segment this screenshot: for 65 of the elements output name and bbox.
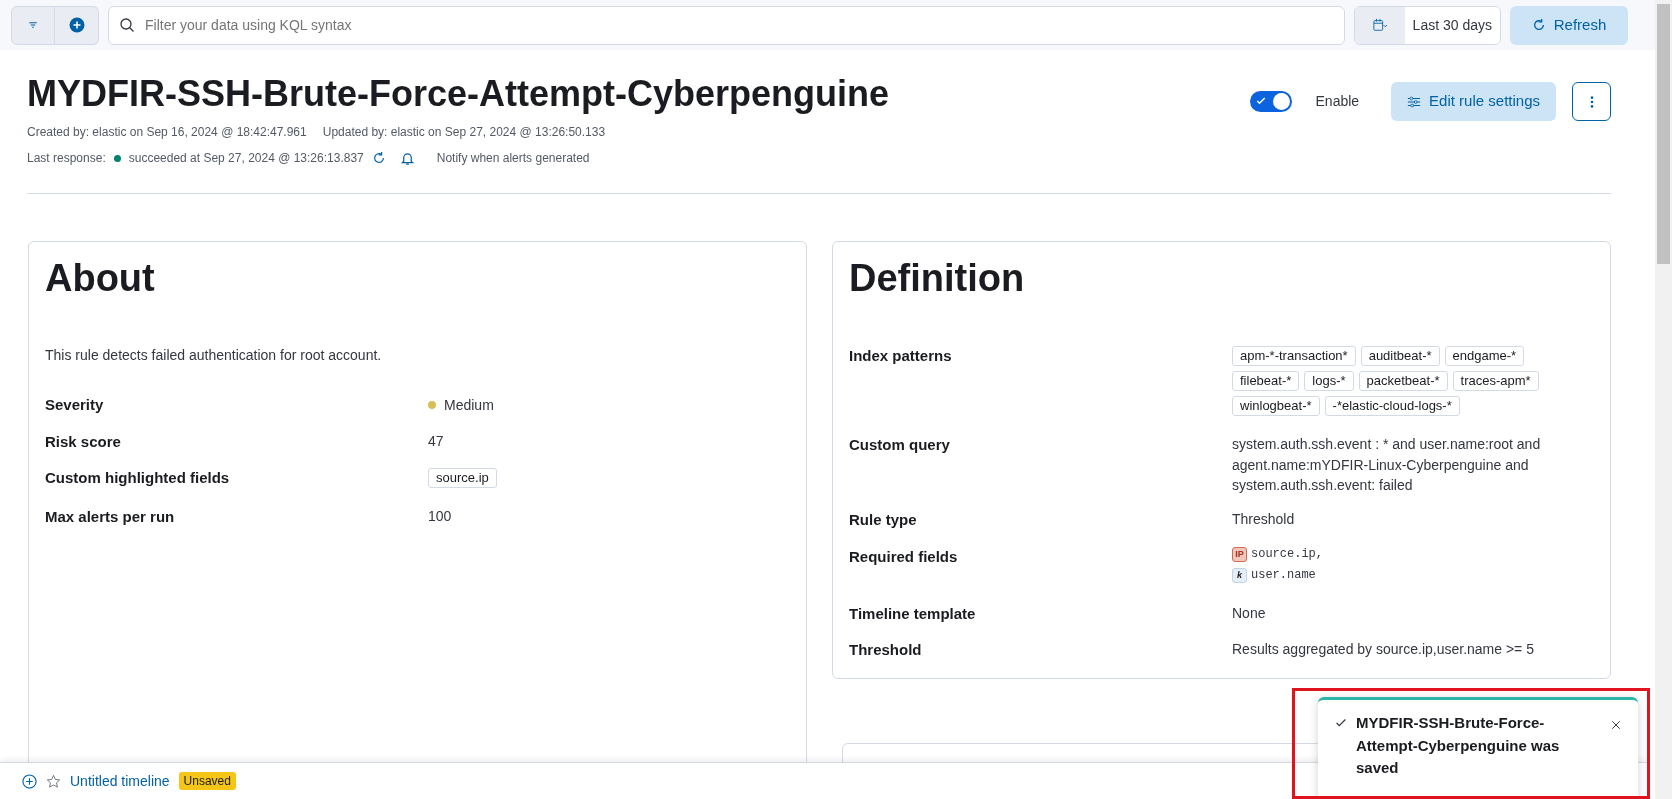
timeline-title-link[interactable]: Untitled timeline xyxy=(70,770,170,792)
field-label: Timeline template xyxy=(849,603,977,624)
notify-text: Notify when alerts generated xyxy=(436,150,590,168)
field-label: Threshold xyxy=(849,640,923,661)
field-label: Severity xyxy=(45,395,105,416)
field-type-badge: k xyxy=(1232,568,1247,584)
enable-label: Enable xyxy=(1315,92,1360,111)
field-label: Max alerts per run xyxy=(45,507,176,528)
rule-description: This rule detects failed authentication for root account. xyxy=(45,346,383,366)
refresh-icon[interactable] xyxy=(371,151,386,166)
date-range-button[interactable]: Last 30 days xyxy=(1404,6,1500,44)
tag: source.ip xyxy=(428,468,497,489)
more-options-button[interactable] xyxy=(1572,82,1611,121)
edit-rule-settings-button[interactable]: Edit rule settings xyxy=(1391,82,1556,121)
field-name: source.ip, xyxy=(1251,545,1323,563)
field-label: Risk score xyxy=(45,431,122,452)
sliders-icon xyxy=(1407,94,1422,109)
field-value: Threshold xyxy=(1232,510,1296,530)
star-icon[interactable] xyxy=(46,773,61,789)
section-heading: Definition xyxy=(849,256,1026,302)
field-label: Required fields xyxy=(849,546,959,567)
plus-circle-icon[interactable] xyxy=(22,773,37,789)
rule-title: MYDFIR-SSH-Brute-Force-Attempt-Cyberpenguine xyxy=(27,72,889,116)
close-icon xyxy=(1610,718,1622,731)
check-icon xyxy=(1254,95,1267,107)
tag: apm-*-transaction* xyxy=(1232,346,1356,367)
field-type-badge: IP xyxy=(1232,546,1247,562)
tag: packetbeat-* xyxy=(1358,371,1448,392)
tag: winlogbeat-* xyxy=(1232,396,1320,417)
field-label: Index patterns xyxy=(849,346,953,367)
field-name: user.name xyxy=(1251,567,1316,585)
add-filter-button[interactable] xyxy=(55,5,99,45)
updated-info: Updated by: elastic on Sep 27, 2024 @ 13:26:50.133 xyxy=(322,124,606,142)
plus-circle-icon xyxy=(68,17,85,33)
section-heading: About xyxy=(45,256,156,302)
tag: filebeat-* xyxy=(1232,371,1300,392)
search-field[interactable]: Filter your data using KQL syntax xyxy=(108,5,1345,45)
last-response-text: succeeded at Sep 27, 2024 @ 13:26:13.837 xyxy=(128,150,364,168)
kebab-icon xyxy=(1589,94,1594,109)
tag: endgame-* xyxy=(1444,346,1525,367)
filter-icon xyxy=(27,19,39,31)
status-dot xyxy=(113,154,121,162)
toast-message: MYDFIR-SSH-Brute-Force-Attempt-Cyberpenguine was saved xyxy=(1356,713,1561,778)
unsaved-badge: Unsaved xyxy=(178,772,236,790)
severity-value: Medium xyxy=(444,396,494,416)
field-value: None xyxy=(1232,603,1267,623)
bell-icon[interactable] xyxy=(399,150,415,166)
field-label: Custom query xyxy=(849,435,951,456)
field-label: Rule type xyxy=(849,510,918,531)
enable-toggle[interactable] xyxy=(1249,91,1292,112)
field-value: 100 xyxy=(428,507,453,527)
field-value: Results aggregated by source.ip,user.name >= 5 xyxy=(1232,640,1535,660)
tag: auditbeat-* xyxy=(1360,346,1440,367)
tag: logs-* xyxy=(1304,371,1354,392)
search-icon xyxy=(119,16,135,33)
refresh-icon xyxy=(1531,18,1546,32)
refresh-button[interactable]: Refresh xyxy=(1510,5,1628,45)
field-value: 47 xyxy=(428,431,445,451)
last-response-label: Last response: xyxy=(27,150,106,168)
field-value: system.auth.ssh.event : * and user.name:root and agent.name:mYDFIR-Linux-Cyberpenguine and system.auth.ssh.event: failed xyxy=(1232,435,1542,495)
scrollbar[interactable] xyxy=(1655,0,1672,799)
created-info: Created by: elastic on Sep 16, 2024 @ 18:42:47.961 xyxy=(27,124,307,142)
tag: traces-apm* xyxy=(1452,371,1539,392)
field-label: Custom highlighted fields xyxy=(45,468,231,489)
tag: -*elastic-cloud-logs-* xyxy=(1324,396,1460,417)
